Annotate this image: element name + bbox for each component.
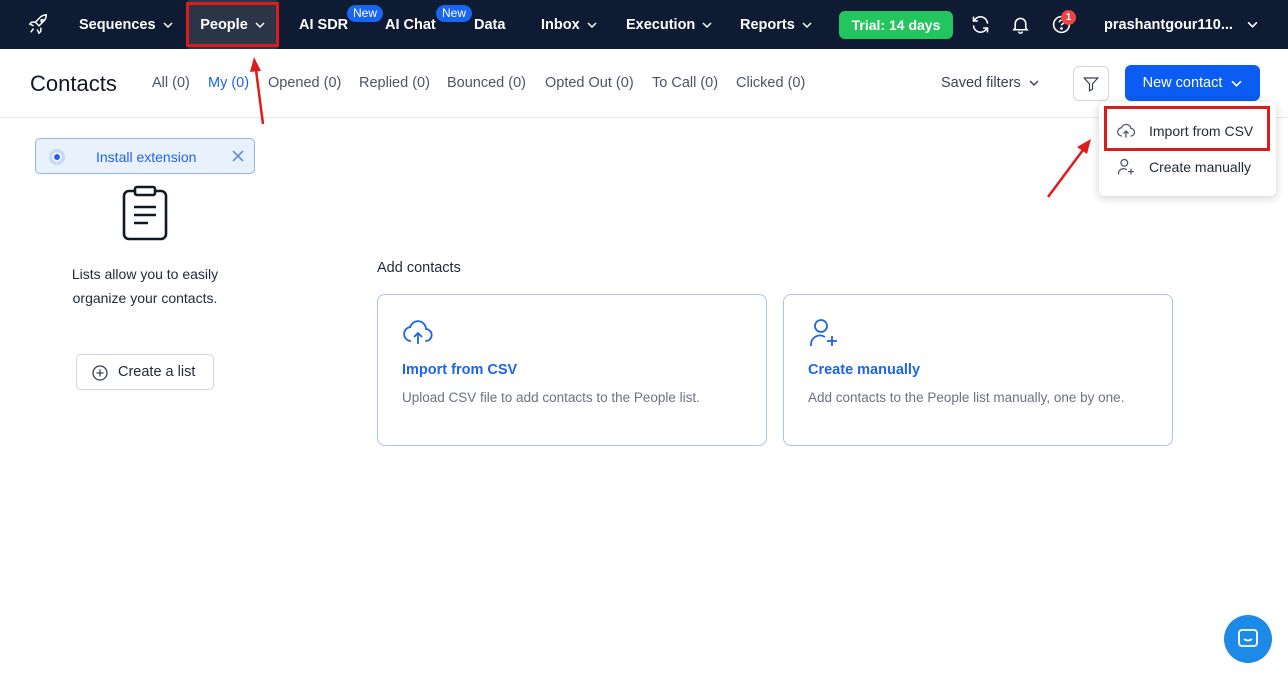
chevron-down-icon — [1247, 21, 1258, 28]
chat-support-button[interactable] — [1224, 615, 1272, 663]
create-manually-card[interactable]: Create manually Add contacts to the Peop… — [783, 294, 1173, 446]
import-csv-highlight-box — [1104, 106, 1270, 151]
chevron-down-icon — [802, 21, 812, 28]
people-highlight-box — [186, 2, 279, 47]
nav-data[interactable]: Data — [474, 0, 505, 49]
install-extension-label: Install extension — [96, 149, 197, 165]
create-list-button[interactable]: Create a list — [76, 354, 214, 390]
user-add-icon — [1117, 158, 1134, 175]
saved-filters-dropdown[interactable]: Saved filters — [941, 75, 1039, 91]
user-menu[interactable]: prashantgour110... — [1104, 0, 1258, 49]
nav-inbox[interactable]: Inbox — [541, 0, 597, 49]
chrome-icon — [48, 148, 66, 166]
close-icon[interactable] — [231, 149, 245, 163]
notification-count-badge: 1 — [1061, 10, 1076, 25]
nav-sequences[interactable]: Sequences — [79, 0, 173, 49]
chevron-down-icon — [1231, 80, 1242, 87]
install-extension-banner[interactable]: Install extension — [35, 138, 255, 174]
tab-opted-out[interactable]: Opted Out (0) — [545, 75, 634, 91]
create-list-label: Create a list — [118, 364, 196, 380]
chevron-down-icon — [702, 21, 712, 28]
tab-clicked[interactable]: Clicked (0) — [736, 75, 805, 91]
add-contacts-title: Add contacts — [377, 260, 461, 276]
dropdown-create-manually-label: Create manually — [1149, 159, 1251, 175]
dropdown-create-manually[interactable]: Create manually — [1099, 150, 1276, 184]
user-add-icon — [810, 319, 837, 346]
saved-filters-label: Saved filters — [941, 75, 1021, 91]
import-csv-card-title: Import from CSV — [402, 362, 518, 378]
nav-reports[interactable]: Reports — [740, 0, 812, 49]
trial-button[interactable]: Trial: 14 days — [839, 11, 953, 39]
nav-ai-sdr-label: AI SDR — [299, 16, 349, 33]
tab-replied[interactable]: Replied (0) — [359, 75, 430, 91]
tab-my[interactable]: My (0) — [208, 75, 249, 91]
nav-data-label: Data — [474, 16, 506, 33]
tab-bounced[interactable]: Bounced (0) — [447, 75, 526, 91]
cloud-upload-icon — [403, 320, 433, 344]
tab-all[interactable]: All (0) — [152, 75, 190, 91]
nav-reports-label: Reports — [740, 16, 795, 33]
chevron-down-icon — [163, 21, 173, 28]
create-manually-card-title: Create manually — [808, 362, 921, 378]
nav-inbox-label: Inbox — [541, 16, 580, 33]
nav-execution-label: Execution — [626, 16, 696, 33]
nav-sequences-label: Sequences — [79, 16, 156, 33]
clipboard-icon — [122, 185, 168, 241]
new-contact-button[interactable]: New contact — [1125, 65, 1260, 101]
bell-icon[interactable] — [1010, 14, 1031, 35]
chevron-down-icon — [1029, 80, 1039, 86]
chat-icon — [1238, 629, 1258, 647]
new-badge: New — [436, 5, 473, 22]
lists-description: Lists allow you to easily organize your … — [71, 266, 219, 306]
arrow-to-import-csv — [1046, 139, 1091, 198]
chevron-down-icon — [587, 21, 597, 28]
refresh-icon[interactable] — [970, 14, 991, 35]
tab-to-call[interactable]: To Call (0) — [652, 75, 718, 91]
create-manually-card-description: Add contacts to the People list manually… — [808, 390, 1125, 405]
filter-button[interactable] — [1073, 66, 1109, 101]
rocket-logo-icon[interactable] — [28, 13, 50, 35]
import-csv-card[interactable]: Import from CSV Upload CSV file to add c… — [377, 294, 767, 446]
trial-label: Trial: 14 days — [851, 17, 941, 33]
new-contact-label: New contact — [1142, 75, 1223, 91]
import-csv-card-description: Upload CSV file to add contacts to the P… — [402, 390, 700, 405]
plus-circle-icon — [92, 365, 108, 381]
nav-ai-sdr[interactable]: AI SDR — [299, 0, 348, 49]
contacts-header: Contacts All (0) My (0) Opened (0) Repli… — [0, 49, 1288, 118]
nav-ai-chat-label: AI Chat — [385, 16, 436, 33]
new-badge: New — [347, 5, 384, 22]
page-title: Contacts — [30, 71, 117, 96]
tab-opened[interactable]: Opened (0) — [268, 75, 341, 91]
filter-icon — [1082, 76, 1100, 92]
nav-execution[interactable]: Execution — [626, 0, 712, 49]
username: prashantgour110... — [1104, 16, 1233, 33]
nav-ai-chat[interactable]: AI Chat — [385, 0, 436, 49]
